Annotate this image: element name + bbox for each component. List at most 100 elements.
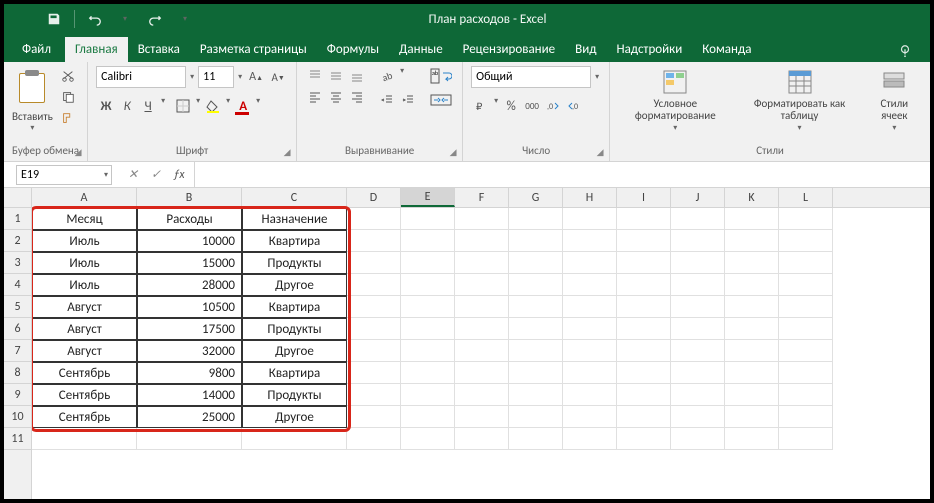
alignment-launcher-icon[interactable]: ◢: [446, 145, 460, 159]
row-header-4[interactable]: 4: [4, 274, 31, 296]
select-all-button[interactable]: [4, 188, 31, 208]
cell-F6[interactable]: [455, 318, 509, 340]
cell-I2[interactable]: [617, 230, 671, 252]
cell-G8[interactable]: [509, 362, 563, 384]
cell-L8[interactable]: [779, 362, 833, 384]
wrap-text-icon[interactable]: ab: [428, 66, 454, 86]
cell-B9[interactable]: 14000: [137, 384, 242, 406]
currency-icon[interactable]: ₽: [471, 96, 491, 116]
cell-G2[interactable]: [509, 230, 563, 252]
cell-E9[interactable]: [401, 384, 455, 406]
cell-H4[interactable]: [563, 274, 617, 296]
cell-E4[interactable]: [401, 274, 455, 296]
cell-K1[interactable]: [725, 208, 779, 230]
orientation-icon[interactable]: ab: [377, 66, 397, 86]
cell-F7[interactable]: [455, 340, 509, 362]
col-header-H[interactable]: H: [563, 188, 617, 207]
tab-view[interactable]: Вид: [565, 37, 606, 62]
cell-J9[interactable]: [671, 384, 725, 406]
cell-H10[interactable]: [563, 406, 617, 428]
cell-B5[interactable]: 10500: [137, 296, 242, 318]
name-box-dropdown-icon[interactable]: ▾: [102, 170, 110, 180]
orientation-dropdown-icon[interactable]: ▾: [398, 66, 406, 86]
tab-team[interactable]: Команда: [692, 37, 761, 62]
border-dropdown-icon[interactable]: ▾: [194, 96, 202, 116]
cell-L11[interactable]: [779, 428, 833, 450]
font-size-select[interactable]: [198, 66, 234, 88]
cell-K2[interactable]: [725, 230, 779, 252]
increase-font-icon[interactable]: A▲: [246, 67, 266, 87]
cell-L10[interactable]: [779, 406, 833, 428]
row-header-1[interactable]: 1: [4, 208, 31, 230]
cell-L4[interactable]: [779, 274, 833, 296]
number-format-select[interactable]: [471, 66, 591, 88]
row-header-6[interactable]: 6: [4, 318, 31, 340]
cell-B1[interactable]: Расходы: [137, 208, 242, 230]
cell-F9[interactable]: [455, 384, 509, 406]
cell-F3[interactable]: [455, 252, 509, 274]
cell-E3[interactable]: [401, 252, 455, 274]
cell-D7[interactable]: [347, 340, 401, 362]
cell-H9[interactable]: [563, 384, 617, 406]
cell-L1[interactable]: [779, 208, 833, 230]
cell-D3[interactable]: [347, 252, 401, 274]
cell-L3[interactable]: [779, 252, 833, 274]
undo-icon[interactable]: [81, 6, 109, 32]
cancel-formula-icon[interactable]: ✕: [122, 162, 144, 187]
row-header-7[interactable]: 7: [4, 340, 31, 362]
cell-L6[interactable]: [779, 318, 833, 340]
cell-A7[interactable]: Август: [32, 340, 137, 362]
font-name-dropdown-icon[interactable]: ▾: [188, 72, 196, 82]
cell-C10[interactable]: Другое: [242, 406, 347, 428]
cell-C2[interactable]: Квартира: [242, 230, 347, 252]
copy-icon[interactable]: [57, 87, 79, 107]
row-header-11[interactable]: 11: [4, 428, 31, 450]
cell-B8[interactable]: 9800: [137, 362, 242, 384]
cell-C9[interactable]: Продукты: [242, 384, 347, 406]
col-header-I[interactable]: I: [617, 188, 671, 207]
decrease-decimal-icon[interactable]: ,0: [564, 96, 584, 116]
cell-J6[interactable]: [671, 318, 725, 340]
cell-styles-dropdown-icon[interactable]: ▾: [890, 124, 898, 133]
font-name-select[interactable]: [96, 66, 186, 88]
tab-file[interactable]: Файл: [8, 37, 65, 62]
cell-F11[interactable]: [455, 428, 509, 450]
cell-K11[interactable]: [725, 428, 779, 450]
cell-A3[interactable]: Июль: [32, 252, 137, 274]
cell-E11[interactable]: [401, 428, 455, 450]
cell-J3[interactable]: [671, 252, 725, 274]
cell-C7[interactable]: Другое: [242, 340, 347, 362]
cell-G3[interactable]: [509, 252, 563, 274]
fill-color-dropdown-icon[interactable]: ▾: [224, 96, 232, 116]
cell-A9[interactable]: Сентябрь: [32, 384, 137, 406]
paste-dropdown-icon[interactable]: ▾: [28, 123, 36, 133]
formula-input[interactable]: [195, 165, 930, 185]
row-header-9[interactable]: 9: [4, 384, 31, 406]
cell-I8[interactable]: [617, 362, 671, 384]
cell-G7[interactable]: [509, 340, 563, 362]
cell-L2[interactable]: [779, 230, 833, 252]
cell-A5[interactable]: Август: [32, 296, 137, 318]
italic-button[interactable]: К: [117, 96, 137, 116]
cell-A6[interactable]: Август: [32, 318, 137, 340]
row-header-10[interactable]: 10: [4, 406, 31, 428]
cell-H7[interactable]: [563, 340, 617, 362]
cell-H2[interactable]: [563, 230, 617, 252]
cell-E5[interactable]: [401, 296, 455, 318]
cell-B11[interactable]: [137, 428, 242, 450]
font-size-dropdown-icon[interactable]: ▾: [236, 72, 244, 82]
cell-K9[interactable]: [725, 384, 779, 406]
align-center-icon[interactable]: [326, 87, 346, 107]
cell-K6[interactable]: [725, 318, 779, 340]
comma-style-icon[interactable]: 000: [522, 96, 542, 116]
cell-E6[interactable]: [401, 318, 455, 340]
cell-K7[interactable]: [725, 340, 779, 362]
col-header-G[interactable]: G: [509, 188, 563, 207]
cell-D1[interactable]: [347, 208, 401, 230]
cell-H5[interactable]: [563, 296, 617, 318]
cell-B6[interactable]: 17500: [137, 318, 242, 340]
cell-I4[interactable]: [617, 274, 671, 296]
tab-addins[interactable]: Надстройки: [606, 37, 692, 62]
cell-I6[interactable]: [617, 318, 671, 340]
col-header-E[interactable]: E: [401, 188, 455, 207]
